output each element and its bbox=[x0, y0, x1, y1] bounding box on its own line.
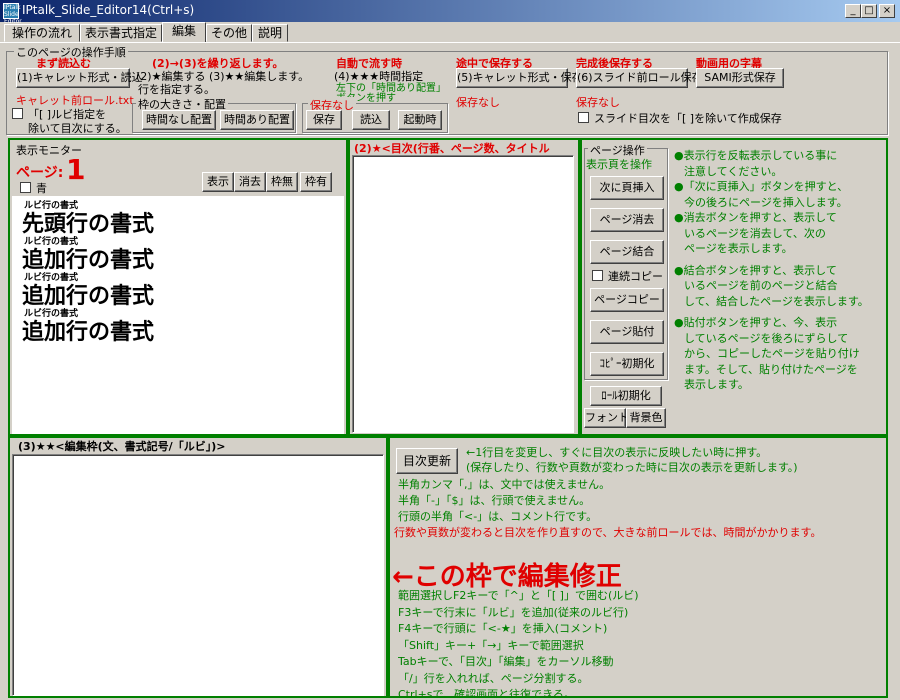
no-frame-button[interactable]: 枠無 bbox=[266, 172, 298, 192]
caret-save-button[interactable]: (5)キャレット形式・保存 bbox=[456, 68, 583, 88]
edit-textarea[interactable] bbox=[12, 454, 384, 696]
page-label: ページ: bbox=[16, 165, 64, 181]
pageops-sub: 表示頁を操作 bbox=[586, 158, 652, 171]
edit-label: (3)★★<編集枠(文、書式記号/「ルビ」)> bbox=[18, 440, 226, 453]
copy-reset-button[interactable]: ｺﾋﾟｰ初期化 bbox=[590, 352, 664, 376]
time-layout-button[interactable]: 時間あり配置 bbox=[220, 110, 294, 130]
help-line: いるページを消去して、次の bbox=[684, 226, 826, 240]
save-button[interactable]: 保存 bbox=[306, 110, 342, 130]
tab-format[interactable]: 表示書式指定 bbox=[80, 24, 162, 42]
with-frame-button[interactable]: 枠有 bbox=[300, 172, 332, 192]
help-line: から、コピーしたページを貼り付け bbox=[684, 347, 860, 360]
tab-flow[interactable]: 操作の流れ bbox=[4, 24, 80, 42]
info-warning: 行数や頁数が変わると目次を作り直すので、大きな前ロールでは、時間がかかります。 bbox=[394, 526, 822, 539]
roll-reset-button[interactable]: ﾛｰﾙ初期化 bbox=[590, 386, 662, 406]
step2-text2: 行を指定する。 bbox=[138, 83, 215, 96]
paste-page-button[interactable]: ページ貼付 bbox=[590, 320, 664, 344]
help-line: ページを表示します。 bbox=[684, 242, 793, 255]
info-line: 半角カンマ「,」は、文中では使えません。 bbox=[398, 478, 611, 491]
help-line: いるページを前のページと結合 bbox=[684, 279, 838, 292]
no-time-layout-button[interactable]: 時間なし配置 bbox=[142, 110, 216, 130]
load-button[interactable]: 読込 bbox=[352, 110, 390, 130]
info-line: 行頭の半角「<-」は、コメント行です。 bbox=[398, 510, 598, 523]
help-line: して、結合したページを表示します。 bbox=[684, 294, 869, 308]
minimize-button[interactable]: _ bbox=[845, 4, 861, 18]
help-text: ●表示行を反転表示している事に 注意してください。 ●「次に頁挿入」ボタンを押す… bbox=[674, 148, 884, 393]
insert-page-button[interactable]: 次に頁挿入 bbox=[590, 176, 664, 200]
tab-help[interactable]: 説明 bbox=[252, 24, 288, 42]
sami-save-button[interactable]: SAMI形式保存 bbox=[696, 68, 784, 88]
background-color-button[interactable]: 背景色 bbox=[626, 408, 666, 428]
slide-save-button[interactable]: (6)スライド前ロール保存 bbox=[576, 68, 703, 88]
step5-note: 保存なし bbox=[456, 96, 500, 109]
help-line: ●「次に頁挿入」ボタンを押すと、 bbox=[674, 180, 849, 193]
tab-other[interactable]: その他 bbox=[206, 24, 252, 42]
shortcut-tips: 範囲選択しF2キーで「^」と「[ ]」で囲む(ルビ) F3キーで行末に「ルビ」を… bbox=[398, 588, 886, 696]
window-title: IPtalk_Slide_Editor14(Ctrl+s) bbox=[22, 3, 195, 17]
help-line: ●消去ボタンを押すと、表示して bbox=[674, 211, 837, 224]
step6-note: 保存なし bbox=[576, 96, 620, 109]
ruby-toc-checkbox[interactable] bbox=[12, 108, 23, 119]
copy-page-button[interactable]: ページコピー bbox=[590, 288, 664, 312]
blue-label: 青 bbox=[36, 182, 47, 195]
tip-line: 「/」行を入れれば、ページ分割する。 bbox=[398, 671, 589, 685]
toc-label: (2)★<目次(行番、ページ数、タイトル bbox=[354, 142, 550, 155]
info-line: 半角「-」「$」は、行頭で使えません。 bbox=[398, 494, 591, 507]
help-line: 注意してください。 bbox=[684, 164, 783, 178]
close-button[interactable]: × bbox=[879, 4, 895, 18]
help-line: しているページを後ろにずらして bbox=[684, 331, 849, 345]
blue-checkbox[interactable] bbox=[20, 182, 31, 193]
update-toc-button[interactable]: 目次更新 bbox=[396, 448, 458, 474]
page-number: 1 bbox=[66, 153, 86, 186]
tip-line: 範囲選択しF2キーで「^」と「[ ]」で囲む(ルビ) bbox=[398, 589, 639, 602]
merge-page-button[interactable]: ページ結合 bbox=[590, 240, 664, 264]
continuous-copy-checkbox[interactable] bbox=[592, 270, 603, 281]
maximize-button[interactable]: □ bbox=[861, 4, 877, 18]
ruby-toc-label2: 除いて目次にする。 bbox=[28, 122, 127, 135]
slide-toc-checkbox[interactable] bbox=[578, 112, 589, 123]
tip-line: Tabキーで、「目次」「編集」をカーソル移動 bbox=[398, 655, 614, 668]
continuous-copy-label: 連続コピー bbox=[608, 270, 663, 283]
slide-toc-label: スライド目次を「[ ]を除いて作成保存 bbox=[594, 112, 782, 125]
tip-line: 「Shift」キー+「→」キーで範囲選択 bbox=[398, 638, 584, 652]
tip-line: F4キーで行頭に「<-★」を挿入(コメント) bbox=[398, 622, 608, 635]
toc-list[interactable] bbox=[352, 155, 574, 433]
help-line: ●表示行を反転表示している事に bbox=[674, 149, 838, 162]
info-line: ←1行目を変更し、すぐに目次の表示に反映したい時に押す。 bbox=[466, 446, 768, 459]
tip-line: Ctrl+sで、確認画面と往復できる。 bbox=[398, 688, 575, 696]
info-line: (保存したり、行数や頁数が変わった時に目次の表示を更新します。) bbox=[466, 461, 798, 474]
help-line: ます。そして、貼り付けたページを bbox=[684, 362, 858, 376]
help-line: ●結合ボタンを押すと、表示して bbox=[674, 263, 837, 277]
show-button[interactable]: 表示 bbox=[202, 172, 234, 192]
tip-line: F3キーで行末に「ルビ」を追加(従来のルビ行) bbox=[398, 605, 629, 619]
startup-button[interactable]: 起動時 bbox=[398, 110, 442, 130]
clear-button[interactable]: 消去 bbox=[234, 172, 266, 192]
tab-edit[interactable]: 編集 bbox=[162, 22, 206, 43]
delete-page-button[interactable]: ページ消去 bbox=[590, 208, 664, 232]
help-line: 表示します。 bbox=[684, 378, 749, 391]
title-bar: IPtalk Slide Editor IPtalk_Slide_Editor1… bbox=[0, 0, 900, 25]
app-icon: IPtalk Slide Editor bbox=[3, 3, 22, 25]
font-button[interactable]: フォント bbox=[584, 408, 629, 428]
help-line: ●貼付ボタンを押すと、今、表示 bbox=[674, 316, 838, 329]
monitor-line: 追加行の書式 bbox=[22, 320, 155, 345]
caret-load-button[interactable]: (1)キャレット形式・読込 bbox=[16, 68, 143, 88]
help-line: 今の後ろにページを挿入します。 bbox=[684, 195, 848, 209]
